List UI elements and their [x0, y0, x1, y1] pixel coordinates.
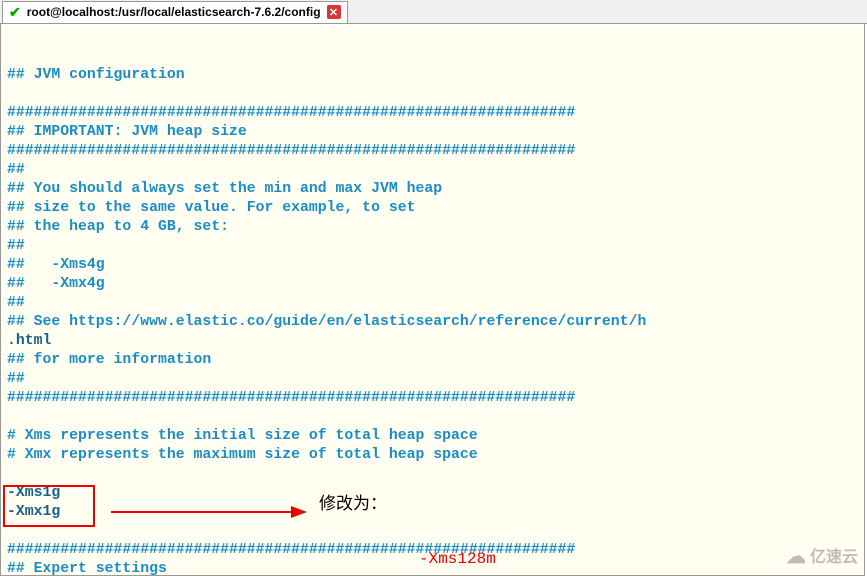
code-line: ## -Xmx4g	[7, 275, 858, 294]
watermark: ☁ 亿速云	[786, 548, 858, 567]
close-icon[interactable]: ✕	[327, 5, 341, 19]
new-xms: -Xms128m	[419, 546, 496, 572]
code-line	[7, 465, 858, 484]
code-line: ## for more information	[7, 351, 858, 370]
code-line: # Xmx represents the maximum size of tot…	[7, 446, 858, 465]
code-line: # Xms represents the initial size of tot…	[7, 427, 858, 446]
code-line: ##	[7, 294, 858, 313]
check-icon: ✔	[9, 4, 21, 21]
code-line: ## the heap to 4 GB, set:	[7, 218, 858, 237]
code-line: ########################################…	[7, 104, 858, 123]
code-line: .html	[7, 332, 858, 351]
code-line: ##	[7, 161, 858, 180]
code-line	[7, 408, 858, 427]
code-line: ## -Xms4g	[7, 256, 858, 275]
code-line: ## IMPORTANT: JVM heap size	[7, 123, 858, 142]
tab-bar: ✔ root@localhost:/usr/local/elasticsearc…	[0, 0, 867, 24]
editor-area[interactable]: ## JVM configuration ###################…	[0, 24, 865, 576]
arrow-icon	[111, 502, 311, 522]
code-line: ## JVM configuration	[7, 66, 858, 85]
code-line: ########################################…	[7, 389, 858, 408]
code-line: ##	[7, 237, 858, 256]
code-line: ## You should always set the min and max…	[7, 180, 858, 199]
code-line: ##	[7, 370, 858, 389]
annotation-values: -Xms128m -Xmx128m	[419, 494, 496, 576]
code-line: ## size to the same value. For example, …	[7, 199, 858, 218]
highlight-box	[3, 485, 95, 527]
cloud-icon: ☁	[786, 548, 806, 567]
code-line: ########################################…	[7, 142, 858, 161]
tab-title: root@localhost:/usr/local/elasticsearch-…	[27, 5, 321, 19]
code-line	[7, 85, 858, 104]
code-line: ## See https://www.elastic.co/guide/en/e…	[7, 313, 858, 332]
annotation-label: 修改为：	[319, 494, 387, 513]
tab-active[interactable]: ✔ root@localhost:/usr/local/elasticsearc…	[2, 1, 348, 23]
watermark-text: 亿速云	[810, 548, 858, 567]
